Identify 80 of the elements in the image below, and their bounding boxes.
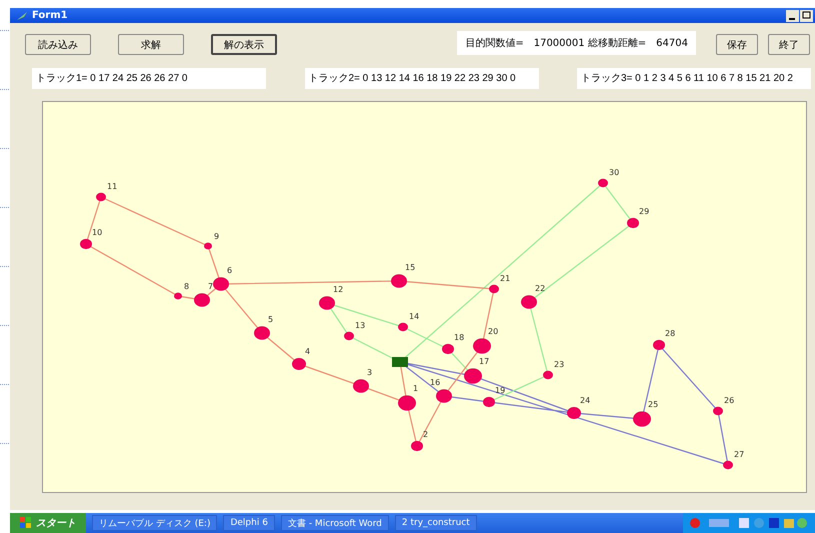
customer-node [464,368,482,384]
toolbar-button[interactable]: 求解 [118,34,184,55]
customer-node [80,238,92,250]
node-label: 15 [405,263,416,272]
action-button[interactable]: 保存 [716,34,758,55]
node-label: 6 [227,266,232,275]
customer-node [344,332,354,340]
customer-node [543,370,553,380]
customer-node [353,379,369,393]
customer-node [627,218,639,228]
restore-icon[interactable] [800,10,813,22]
customer-node [319,296,335,310]
customer-node [398,322,408,332]
node-label: 8 [184,282,190,291]
taskbar-item[interactable]: 文書 - Microsoft Word [280,515,389,531]
customer-node [391,274,407,288]
node-label: 4 [305,347,310,356]
node-label: 29 [639,207,650,216]
customer-node [489,284,499,294]
node-label: 12 [333,285,344,294]
customer-node [473,338,491,354]
customer-node [174,292,182,300]
node-label: 30 [609,168,620,177]
customer-node [723,460,733,470]
node-label: 21 [500,274,510,283]
node-label: 16 [430,378,440,387]
customer-node [442,344,454,354]
customer-node [713,406,723,416]
node-label: 9 [214,232,220,241]
node-label: 2 [423,430,428,439]
feather-icon [16,10,28,20]
customer-node [521,295,537,309]
start-button[interactable]: スタート [10,513,86,533]
node-label: 23 [554,360,564,369]
customer-node [598,178,608,188]
node-label: 3 [367,368,372,377]
taskbar-item[interactable]: リムーバブル ディスク (E:) [92,515,218,531]
toolbar-button[interactable]: 解の表示 [211,34,277,55]
customer-node [398,395,416,411]
customer-node [411,440,423,452]
customer-node [292,358,306,370]
node-label: 13 [355,321,366,330]
node-label: 22 [535,284,546,293]
action-button[interactable]: 終了 [768,34,810,55]
track-field: トラック2= 0 13 12 14 16 18 19 22 23 29 30 0 [304,68,538,89]
customer-node [653,340,665,350]
customer-node [483,396,495,408]
node-label: 7 [208,282,214,291]
customer-node [633,411,651,427]
node-label: 19 [495,386,506,395]
node-label: 17 [479,357,490,366]
node-label: 18 [454,333,464,342]
node-label: 25 [648,400,658,409]
node-label: 1 [413,384,418,393]
node-label: 5 [268,315,274,324]
customer-node [254,326,270,340]
minimize-icon[interactable] [786,10,799,22]
node-label: 27 [734,450,744,459]
node-label: 14 [409,312,420,321]
customer-node [213,277,229,291]
customer-node [96,192,106,202]
track-field: トラック3= 0 1 2 3 4 5 6 11 10 6 7 8 15 21 20 2 [577,68,811,89]
window-title: Form1 [32,10,69,21]
customer-node [436,389,452,403]
result-summary: 目的関数値= 17000001 総移動距離= 64704 [457,31,696,55]
node-label: 20 [488,327,498,336]
node-label: 28 [665,329,676,338]
taskbar-item[interactable]: Delphi 6 [223,515,275,531]
customer-node [567,407,581,419]
customer-node [204,242,212,250]
node-label: 24 [580,396,590,405]
customer-node [194,293,210,307]
node-label: 26 [724,396,734,405]
taskbar-item[interactable]: 2 try_construct [394,515,477,531]
node-label: 10 [92,228,102,237]
windows-logo-icon [20,517,32,529]
node-label: 11 [107,182,118,191]
track-field: トラック1= 0 17 24 25 26 26 27 0 [32,68,266,89]
depot-square [392,357,408,367]
toolbar-button[interactable]: 読み込み [25,34,91,55]
